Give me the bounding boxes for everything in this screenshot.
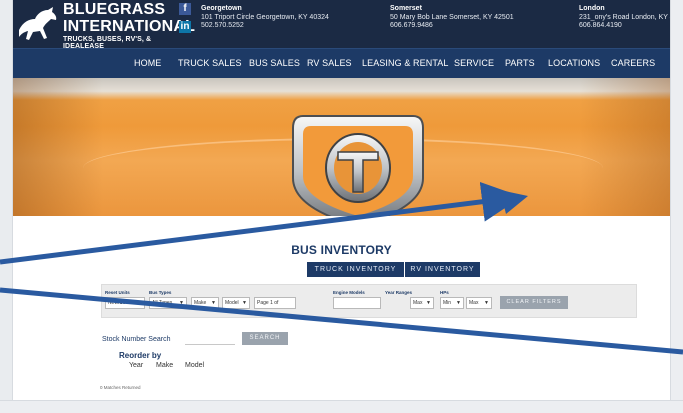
select-value: Model: [225, 300, 239, 306]
nav-parts[interactable]: PARTS: [505, 58, 535, 68]
hp-min-select[interactable]: Min ▼: [440, 297, 464, 309]
truck-inventory-button[interactable]: TRUCK INVENTORY: [307, 262, 404, 277]
make-select[interactable]: Make ▼: [191, 297, 219, 309]
location-address: 101 Triport Circle Georgetown, KY 40324: [201, 13, 329, 21]
filter-label: Year Ranges: [385, 290, 413, 295]
select-value: All Types: [152, 300, 173, 306]
logo-line1: BLUEGRASS: [63, 1, 166, 18]
clear-filters-button[interactable]: CLEAR FILTERS: [500, 296, 568, 309]
bottom-margin: [0, 400, 683, 413]
main-nav: HOME TRUCK SALES BUS SALES RV SALES LEAS…: [13, 48, 670, 78]
chevron-down-icon: ▼: [179, 300, 184, 306]
nav-rv-sales[interactable]: RV SALES: [307, 58, 352, 68]
website: BLUEGRASS INTERNATIONAL TRUCKS, BUSES, R…: [13, 0, 670, 400]
right-margin: [670, 0, 683, 413]
location-name: Somerset: [390, 5, 422, 12]
location-london[interactable]: London 231_ony's Road London, KY 40 606.…: [579, 5, 670, 31]
filter-label: Engine Models: [333, 290, 365, 295]
nav-truck-sales[interactable]: TRUCK SALES: [178, 58, 242, 68]
left-margin: [0, 0, 13, 413]
nav-leasing-rental[interactable]: LEASING & RENTAL: [362, 58, 448, 68]
location-address: 50 Mary Bob Lane Somerset, KY 42501: [390, 13, 514, 21]
chevron-down-icon: ▼: [484, 300, 489, 306]
reorder-label: Reorder by: [119, 351, 162, 360]
hero-windshield: [13, 78, 670, 100]
filter-label: Reset Units: [105, 290, 130, 295]
horse-icon: [19, 7, 57, 40]
year-max-select[interactable]: Max ▼: [410, 297, 434, 309]
facebook-icon[interactable]: f: [179, 3, 191, 15]
location-name: London: [579, 5, 605, 12]
hero-banner: [13, 78, 670, 216]
sort-make[interactable]: Make: [156, 362, 173, 369]
location-address: 231_ony's Road London, KY 40: [579, 13, 670, 21]
chevron-down-icon: ▼: [456, 300, 461, 306]
bus-type-select[interactable]: All Types ▼: [149, 297, 187, 309]
select-value: Max: [469, 300, 479, 306]
nav-service[interactable]: SERVICE: [454, 58, 494, 68]
site-header: BLUEGRASS INTERNATIONAL TRUCKS, BUSES, R…: [13, 0, 670, 50]
nav-home[interactable]: HOME: [134, 58, 161, 68]
chevron-down-icon: ▼: [242, 300, 247, 306]
select-value: Min: [443, 300, 452, 306]
select-value: Make: [194, 300, 207, 306]
stock-search-label: Stock Number Search: [102, 336, 171, 343]
engine-model-select[interactable]: [333, 297, 381, 309]
select-value: New/Used: [108, 300, 132, 306]
chevron-down-icon: ▼: [426, 300, 431, 306]
page-select[interactable]: Page 1 of: [254, 297, 296, 309]
nav-careers[interactable]: CAREERS: [611, 58, 655, 68]
filter-label: Bus Types: [149, 290, 172, 295]
page-title: BUS INVENTORY: [291, 243, 392, 257]
select-value: Max: [413, 300, 423, 306]
linkedin-icon[interactable]: in: [179, 21, 191, 33]
nav-locations[interactable]: LOCATIONS: [548, 58, 600, 68]
chevron-down-icon: ▼: [211, 300, 216, 306]
filter-label: HPs: [440, 290, 449, 295]
nav-bus-sales[interactable]: BUS SALES: [249, 58, 300, 68]
select-value: Page 1 of: [257, 300, 279, 306]
location-phone: 502.570.5252: [201, 22, 244, 29]
truck-emblem-icon: [292, 115, 424, 216]
search-button[interactable]: SEARCH: [242, 332, 288, 345]
inventory-section: BUS INVENTORY TRUCK INVENTORY RV INVENTO…: [13, 216, 670, 400]
sort-model[interactable]: Model: [185, 362, 204, 369]
screenshot-frame: BLUEGRASS INTERNATIONAL TRUCKS, BUSES, R…: [0, 0, 683, 413]
new-used-select[interactable]: New/Used ▼: [105, 297, 145, 309]
location-georgetown[interactable]: Georgetown 101 Triport Circle Georgetown…: [201, 5, 329, 31]
location-phone: 606.864.4190: [579, 22, 622, 29]
matches-count: 0 Matches Returned: [100, 385, 141, 390]
company-logo[interactable]: BLUEGRASS INTERNATIONAL TRUCKS, BUSES, R…: [13, 0, 195, 50]
hp-max-select[interactable]: Max ▼: [466, 297, 492, 309]
sort-year[interactable]: Year: [129, 362, 143, 369]
stock-number-input[interactable]: [185, 332, 235, 345]
location-name: Georgetown: [201, 5, 242, 12]
location-somerset[interactable]: Somerset 50 Mary Bob Lane Somerset, KY 4…: [390, 5, 514, 31]
filter-bar: Reset Units New/Used ▼ Bus Types All Type…: [101, 284, 637, 318]
logo-line2: INTERNATIONAL: [63, 18, 196, 35]
location-phone: 606.679.9486: [390, 22, 433, 29]
chevron-down-icon: ▼: [137, 300, 142, 306]
model-select[interactable]: Model ▼: [222, 297, 250, 309]
rv-inventory-button[interactable]: RV INVENTORY: [405, 262, 480, 277]
